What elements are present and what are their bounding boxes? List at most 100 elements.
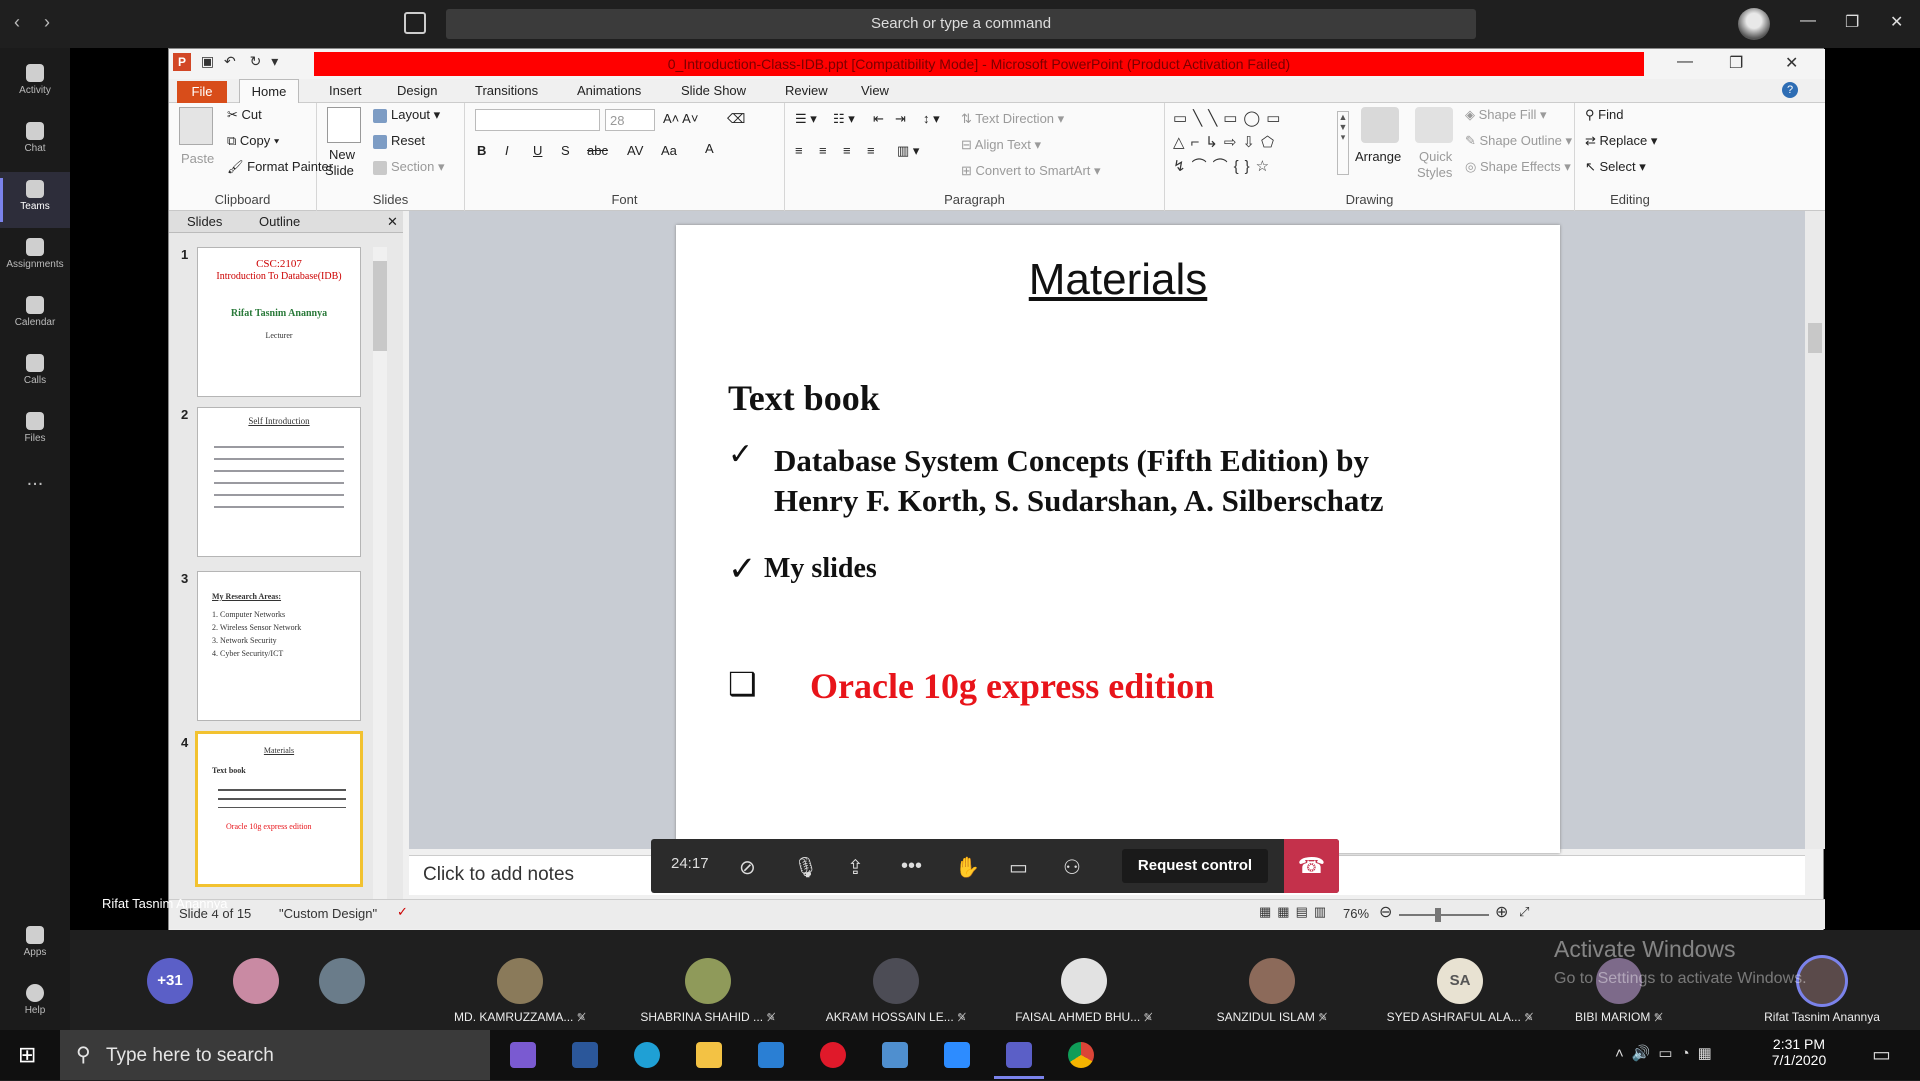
tab-animations[interactable]: Animations xyxy=(577,83,641,98)
quick-styles-label-1[interactable]: Quick xyxy=(1419,149,1452,164)
quick-styles-icon[interactable] xyxy=(1415,107,1453,143)
rail-apps[interactable]: Apps xyxy=(0,918,70,974)
zoom-slider[interactable] xyxy=(1399,914,1489,916)
customize-toolbar-icon[interactable]: ▾ xyxy=(271,53,278,69)
shadow-icon[interactable]: S xyxy=(561,143,570,158)
tab-transitions[interactable]: Transitions xyxy=(475,83,538,98)
rail-calls[interactable]: Calls xyxy=(0,346,70,402)
tab-review[interactable]: Review xyxy=(785,83,828,98)
new-slide-icon[interactable] xyxy=(327,107,361,143)
word-icon[interactable] xyxy=(572,1042,598,1068)
shape-fill-button[interactable]: ◈ Shape Fill ▾ xyxy=(1465,107,1547,123)
section-button[interactable]: Section ▾ xyxy=(373,159,445,175)
participants-icon[interactable]: ⚇ xyxy=(1063,855,1081,880)
tab-view[interactable]: View xyxy=(861,83,889,98)
close-icon[interactable]: ✕ xyxy=(1890,12,1903,32)
participant-tile[interactable]: MD. KAMRUZZAMA... ✎̸ xyxy=(430,930,610,1030)
raise-hand-icon[interactable]: ✋ xyxy=(955,855,980,880)
align-right-icon[interactable]: ≡ xyxy=(843,143,851,158)
paste-icon[interactable] xyxy=(179,107,213,145)
restore-icon[interactable]: ❐ xyxy=(1845,12,1859,32)
windows-start-icon[interactable]: ⊞ xyxy=(18,1042,36,1068)
canvas-scrollbar[interactable] xyxy=(1805,211,1825,849)
slide-thumbnail-4[interactable]: Materials Text book Oracle 10g express e… xyxy=(195,731,363,887)
shape-outline-button[interactable]: ✎ Shape Outline ▾ xyxy=(1465,133,1572,149)
align-center-icon[interactable]: ≡ xyxy=(819,143,827,158)
cut-button[interactable]: ✂ Cut xyxy=(227,107,262,123)
participant-tile[interactable]: SANZIDUL ISLAM ✎̸ xyxy=(1182,930,1362,1030)
camera-off-icon[interactable]: ⊘ xyxy=(739,855,756,880)
arrange-button[interactable]: Arrange xyxy=(1355,149,1401,164)
clear-format-icon[interactable]: ⌫ xyxy=(727,111,745,127)
align-left-icon[interactable]: ≡ xyxy=(795,143,803,158)
italic-icon[interactable]: I xyxy=(505,143,509,158)
fit-window-icon[interactable]: ⤢ xyxy=(1519,904,1529,920)
panel-scroll-thumb[interactable] xyxy=(373,261,387,351)
spellcheck-icon[interactable]: ✓ xyxy=(397,904,408,920)
chat-icon[interactable]: ▭ xyxy=(1009,855,1028,880)
strikethrough-icon[interactable]: abc xyxy=(587,143,608,158)
decrease-indent-icon[interactable]: ⇤ xyxy=(873,111,884,127)
taskbar-search[interactable]: ⚲ Type here to search xyxy=(60,1030,490,1080)
grow-font-icon[interactable]: A˄ A˅ xyxy=(663,111,698,126)
arrange-icon[interactable] xyxy=(1361,107,1399,143)
ppt-restore-icon[interactable]: ❐ xyxy=(1729,53,1743,73)
zoom-out-icon[interactable]: ⊖ xyxy=(1379,902,1392,922)
font-size-select[interactable]: 28 xyxy=(605,109,655,131)
mail-icon[interactable] xyxy=(758,1042,784,1068)
zoom-icon[interactable] xyxy=(944,1042,970,1068)
underline-icon[interactable]: U xyxy=(533,143,542,158)
line-spacing-icon[interactable]: ↕ ▾ xyxy=(923,111,940,127)
participant-tile[interactable] xyxy=(216,930,296,1030)
zoom-level[interactable]: 76% xyxy=(1343,906,1369,921)
bold-icon[interactable]: B xyxy=(477,143,486,158)
tab-slides[interactable]: Slides xyxy=(187,214,222,229)
text-direction-button[interactable]: ⇅ Text Direction ▾ xyxy=(961,111,1064,127)
quick-styles-label-2[interactable]: Styles xyxy=(1417,165,1452,180)
help-icon[interactable]: ? xyxy=(1782,82,1798,98)
share-screen-icon[interactable]: ⇪ xyxy=(847,855,864,880)
participant-tile[interactable] xyxy=(302,930,382,1030)
rail-chat[interactable]: Chat xyxy=(0,114,70,170)
select-button[interactable]: ↖ Select ▾ xyxy=(1585,159,1646,175)
rail-assignments[interactable]: Assignments xyxy=(0,230,70,286)
tab-outline[interactable]: Outline xyxy=(259,214,300,229)
rail-activity[interactable]: Activity xyxy=(0,56,70,112)
app-icon[interactable] xyxy=(882,1042,908,1068)
change-case-icon[interactable]: Aa xyxy=(661,143,677,158)
chrome-icon[interactable] xyxy=(1068,1042,1094,1068)
justify-icon[interactable]: ≡ xyxy=(867,143,875,158)
new-slide-label-2[interactable]: Slide xyxy=(325,163,354,178)
request-control-button[interactable]: Request control xyxy=(1122,849,1268,883)
tab-insert[interactable]: Insert xyxy=(329,83,362,98)
zoom-slider-thumb[interactable] xyxy=(1435,908,1441,922)
clock[interactable]: 2:31 PM 7/1/2020 xyxy=(1754,1036,1844,1068)
slide[interactable]: Materials Text book ✓ Database System Co… xyxy=(676,225,1560,853)
copy-button[interactable]: ⧉ Copy ▾ xyxy=(227,133,279,149)
undo-icon[interactable]: ↶ xyxy=(224,53,236,69)
redo-icon[interactable]: ↻ xyxy=(250,53,262,69)
shapes-gallery[interactable]: ▭╲╲▭◯▭ △⌐↳⇨⇩⬠ ↯⌒⌒{}☆ xyxy=(1173,107,1333,181)
participant-tile[interactable]: SHABRINA SHAHID ... ✎̸ xyxy=(618,930,798,1030)
columns-icon[interactable]: ▥ ▾ xyxy=(897,143,919,159)
more-options-icon[interactable]: ••• xyxy=(901,855,922,878)
participant-tile[interactable]: SA SYED ASHRAFUL ALA... ✎̸ xyxy=(1370,930,1550,1030)
rail-calendar[interactable]: Calendar xyxy=(0,288,70,344)
reset-button[interactable]: Reset xyxy=(373,133,425,149)
tab-slide-show[interactable]: Slide Show xyxy=(681,83,746,98)
layout-button[interactable]: Layout ▾ xyxy=(373,107,440,123)
find-button[interactable]: ⚲ Find xyxy=(1585,107,1623,123)
ppt-minimize-icon[interactable]: — xyxy=(1677,53,1693,71)
rail-files[interactable]: Files xyxy=(0,404,70,460)
paste-button[interactable]: Paste xyxy=(181,151,214,166)
tab-home[interactable]: Home xyxy=(239,79,299,104)
opera-icon[interactable] xyxy=(820,1042,846,1068)
numbering-icon[interactable]: ☷ ▾ xyxy=(833,111,855,127)
system-tray-icons[interactable]: ˄🔊▭◔▦ xyxy=(1615,1044,1720,1062)
store-icon[interactable] xyxy=(510,1042,536,1068)
participant-tile[interactable]: FAISAL AHMED BHU... ✎̸ xyxy=(994,930,1174,1030)
new-slide-label-1[interactable]: New xyxy=(329,147,355,162)
file-explorer-icon[interactable] xyxy=(696,1042,722,1068)
participant-tile[interactable]: AKRAM HOSSAIN LE... ✎̸ xyxy=(806,930,986,1030)
view-buttons-icon[interactable]: ▦▦▤▥ xyxy=(1259,904,1332,920)
